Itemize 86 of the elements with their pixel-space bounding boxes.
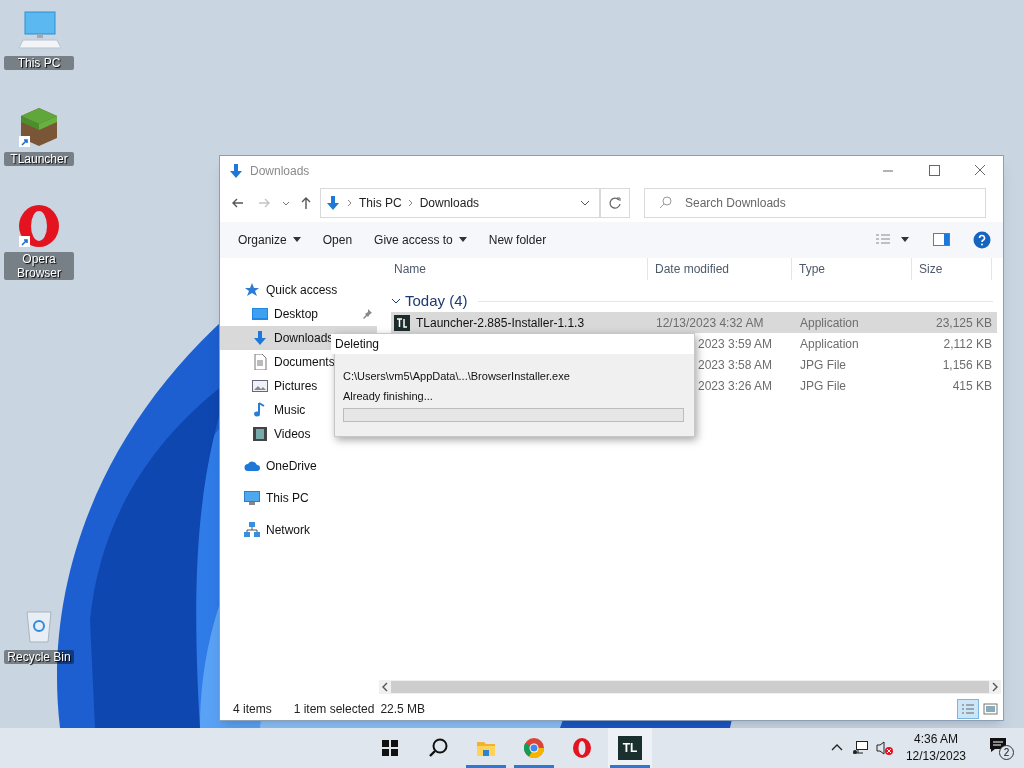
sidebar-item[interactable]: Quick access	[220, 278, 377, 302]
running-indicator	[466, 765, 506, 768]
download-icon	[228, 163, 244, 179]
pin-icon[interactable]	[361, 308, 373, 320]
status-text: 1 item selected	[293, 701, 375, 718]
breadcrumb-item[interactable]: This PC	[359, 194, 402, 212]
file-row[interactable]: TLauncher-2.885-Installer-1.1.3 12/13/2023 4:32 AM Application 23,125 KB	[391, 312, 997, 333]
table-cell-text: 2023 3:58 AM	[697, 356, 774, 374]
window-title: Downloads	[250, 163, 310, 180]
desktop-icon	[252, 306, 268, 322]
download-icon	[252, 330, 268, 346]
help-icon[interactable]	[973, 231, 991, 249]
status-text: 22.5 MB	[380, 701, 426, 718]
search-icon	[658, 196, 672, 210]
file-path: C:\Users\vm5\AppData\...\BrowserInstaller.exe	[343, 368, 571, 384]
chevron-down-icon[interactable]	[391, 296, 401, 306]
group-header[interactable]: Today (4)	[405, 289, 468, 313]
horizontal-scrollbar[interactable]	[379, 680, 1001, 694]
table-cell-text: 12/13/2023 4:32 AM	[655, 314, 765, 332]
desktop-icon-label[interactable]: Recycle Bin	[4, 650, 74, 664]
film-strip-icon	[252, 426, 268, 442]
search-icon	[428, 738, 448, 758]
opera-logo-icon	[572, 738, 592, 758]
computer-icon	[244, 490, 260, 506]
table-cell-text: JPG File	[799, 377, 847, 395]
desktop-icon-label[interactable]: TLauncher	[4, 152, 74, 166]
network-icon	[244, 522, 260, 538]
column-header[interactable]: Type	[792, 258, 912, 280]
notification-count-badge: 2	[999, 745, 1014, 760]
toolbar-button[interactable]: Open	[314, 226, 361, 254]
toolbar-button[interactable]: Organize	[230, 226, 309, 254]
column-header[interactable]: Date modified	[648, 258, 792, 280]
table-cell-text: 415 KB	[951, 377, 992, 395]
table-cell-text: 2,112 KB	[942, 335, 992, 353]
table-cell-text: 2023 3:26 AM	[697, 377, 774, 395]
app-icon	[394, 314, 410, 331]
star-icon	[244, 282, 260, 298]
table-cell-text: Application	[799, 314, 860, 332]
windows-logo-icon	[380, 738, 400, 758]
file-name: TLauncher-2.885-Installer-1.1.3	[416, 314, 585, 332]
caret-icon	[458, 237, 467, 243]
table-cell-text: 1,156 KB	[941, 356, 992, 374]
preview-pane-icon[interactable]	[933, 233, 951, 247]
desktop-icon-label[interactable]: This PC	[4, 56, 74, 70]
taskbar-app[interactable]: TL	[608, 728, 652, 768]
list-view-icon	[875, 233, 891, 247]
table-cell-text: 23,125 KB	[934, 314, 992, 332]
pictures-icon	[252, 378, 268, 394]
address-bar[interactable]: This PC Downloads	[320, 188, 600, 218]
notifications-button[interactable]: 2	[988, 733, 1016, 763]
column-header[interactable]: Size	[912, 258, 992, 280]
chevron-right-icon	[347, 198, 353, 208]
column-header[interactable]: Name	[387, 258, 648, 280]
search-field[interactable]: Search Downloads	[644, 188, 986, 218]
document-icon	[252, 354, 268, 370]
download-icon	[325, 195, 341, 211]
refresh-icon	[608, 196, 622, 210]
sidebar-item[interactable]: Network	[220, 518, 377, 542]
running-indicator	[514, 765, 554, 768]
opera-logo-icon[interactable]	[17, 204, 61, 248]
app-logo[interactable]: TL	[618, 736, 642, 760]
status-message: Already finishing...	[343, 388, 434, 404]
toolbar-button[interactable]: New folder	[480, 226, 555, 254]
chevron-right-icon	[407, 198, 414, 208]
chrome-logo-icon	[524, 738, 544, 758]
running-indicator	[610, 765, 650, 768]
sidebar-item[interactable]: This PC	[220, 486, 377, 510]
toolbar-button[interactable]: Give access to	[366, 226, 475, 254]
sidebar-item[interactable]: Desktop	[220, 302, 377, 326]
refresh-button[interactable]	[600, 188, 630, 218]
monitor-icon[interactable]	[17, 8, 61, 52]
table-cell-text: 2023 3:59 AM	[697, 335, 774, 353]
caret-icon	[292, 237, 301, 243]
sidebar-item[interactable]: Videos	[220, 422, 377, 446]
table-cell-text: Application	[799, 335, 860, 353]
muted-speaker-icon[interactable]	[875, 740, 894, 756]
sidebar-item[interactable]: OneDrive	[220, 454, 377, 478]
breadcrumb-item[interactable]: Downloads	[419, 194, 480, 212]
clock[interactable]: 4:36 AM 12/13/2023	[901, 731, 970, 765]
dialog-title: Deleting	[331, 334, 694, 354]
table-cell-text: JPG File	[799, 356, 847, 374]
scrollbar-thumb[interactable]	[391, 681, 989, 693]
status-text: 4 items	[233, 701, 272, 718]
desktop-icon-label[interactable]: Opera Browser	[4, 252, 74, 280]
network-icon[interactable]	[851, 740, 868, 756]
caret-icon	[901, 237, 909, 243]
